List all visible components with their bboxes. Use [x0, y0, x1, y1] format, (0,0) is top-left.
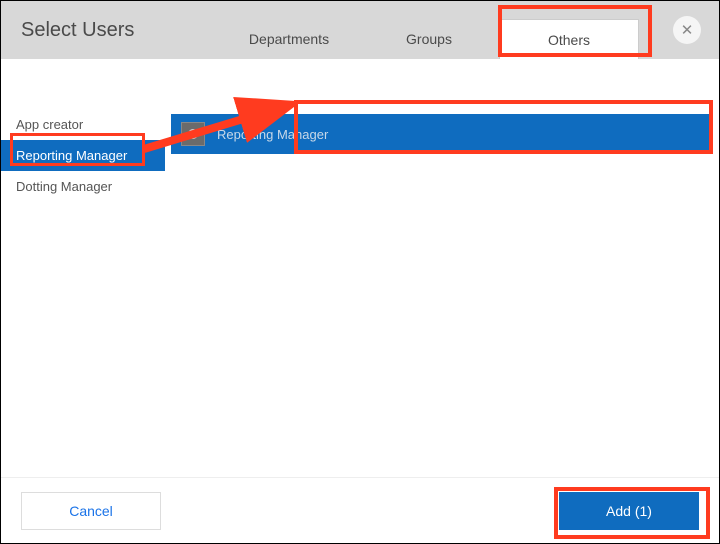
- tab-groups[interactable]: Groups: [359, 19, 499, 59]
- sidebar-item-reporting-manager[interactable]: Reporting Manager: [1, 140, 165, 171]
- close-icon: ✕: [681, 21, 694, 39]
- cancel-button-label: Cancel: [69, 503, 113, 519]
- dialog-footer: Cancel Add (1): [1, 477, 719, 543]
- sidebar: App creator Reporting Manager Dotting Ma…: [1, 59, 166, 479]
- add-button[interactable]: Add (1): [559, 492, 699, 530]
- sidebar-item-label: Dotting Manager: [16, 179, 112, 194]
- checkbox-dot-icon: [188, 129, 198, 139]
- dialog-content: App creator Reporting Manager Dotting Ma…: [1, 59, 719, 479]
- main-panel: Reporting Manager: [166, 59, 719, 479]
- sidebar-item-dotting-manager[interactable]: Dotting Manager: [1, 171, 165, 202]
- dialog-title: Select Users: [21, 19, 134, 42]
- sidebar-item-label: App creator: [16, 117, 83, 132]
- add-button-label: Add (1): [606, 503, 652, 519]
- cancel-button[interactable]: Cancel: [21, 492, 161, 530]
- tab-departments[interactable]: Departments: [219, 19, 359, 59]
- tab-others[interactable]: Others: [499, 19, 639, 59]
- sidebar-item-label: Reporting Manager: [16, 148, 127, 163]
- dialog-header: Select Users Departments Groups Others ✕: [1, 1, 719, 59]
- sidebar-item-app-creator[interactable]: App creator: [1, 109, 165, 140]
- checkbox[interactable]: [181, 122, 205, 146]
- tab-bar: Departments Groups Others: [219, 19, 639, 59]
- selected-user-label: Reporting Manager: [217, 127, 328, 142]
- selected-user-row[interactable]: Reporting Manager: [171, 114, 709, 154]
- close-button[interactable]: ✕: [673, 16, 701, 44]
